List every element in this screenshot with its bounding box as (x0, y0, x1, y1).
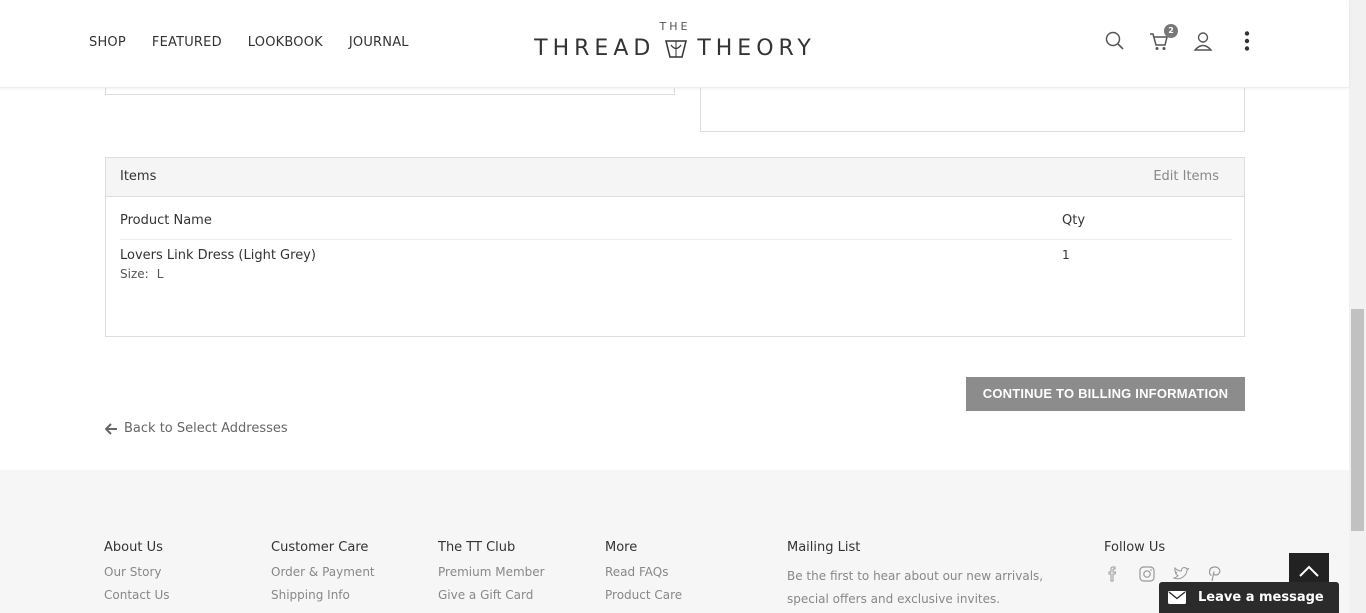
footer-follow-us: Follow Us (1104, 540, 1224, 583)
footer-link-gift-card[interactable]: Give a Gift Card (438, 588, 545, 602)
chevron-up-icon (1299, 565, 1319, 577)
footer-mailing-title: Mailing List (787, 540, 861, 555)
edit-items-link[interactable]: Edit Items (1153, 169, 1219, 184)
logo-thread: THREAD (534, 35, 656, 61)
items-panel: Items Edit Items Product Name Qty Lovers… (105, 157, 1245, 337)
footer-more: More Read FAQs Product Care (605, 540, 682, 611)
footer-more-title: More (605, 540, 638, 555)
footer-tt-club: The TT Club Premium Member Give a Gift C… (438, 540, 545, 611)
cart-icon[interactable]: 2 (1148, 24, 1178, 52)
more-menu-icon[interactable] (1236, 30, 1258, 52)
footer-link-our-story[interactable]: Our Story (104, 565, 170, 579)
footer-customer-care: Customer Care Order & Payment Shipping I… (271, 540, 375, 611)
footer-link-premium-member[interactable]: Premium Member (438, 565, 545, 579)
twitter-icon[interactable] (1172, 565, 1190, 583)
product-name: Lovers Link Dress (Light Grey) (120, 248, 316, 263)
product-qty: 1 (1062, 248, 1070, 262)
continue-to-billing-button[interactable]: CONTINUE TO BILLING INFORMATION (966, 377, 1245, 411)
logo-the: THE (659, 20, 691, 33)
arrow-left-icon (105, 422, 117, 435)
footer-about-title: About Us (104, 540, 163, 555)
column-product-name: Product Name (120, 213, 212, 228)
footer-link-shipping-info[interactable]: Shipping Info (271, 588, 375, 602)
cart-count-badge: 2 (1164, 24, 1178, 38)
instagram-icon[interactable] (1138, 565, 1156, 583)
footer-link-contact-us[interactable]: Contact Us (104, 588, 170, 602)
nav-journal[interactable]: JOURNAL (349, 35, 409, 50)
table-row: Lovers Link Dress (Light Grey) Size: L 1 (120, 240, 1232, 290)
back-to-addresses-link[interactable]: Back to Select Addresses (105, 421, 288, 436)
social-icons (1104, 565, 1224, 583)
chat-label: Leave a message (1198, 590, 1324, 605)
footer-care-title: Customer Care (271, 540, 369, 555)
items-table: Product Name Qty Lovers Link Dress (Ligh… (120, 208, 1232, 290)
header-actions: 2 (1104, 24, 1280, 52)
footer-link-faqs[interactable]: Read FAQs (605, 565, 682, 579)
product-size: Size: L (120, 267, 163, 281)
nav-featured[interactable]: FEATURED (152, 35, 222, 50)
items-table-header: Product Name Qty (120, 208, 1232, 240)
site-header: SHOP FEATURED LOOKBOOK JOURNAL THE THREA… (0, 0, 1349, 88)
search-icon[interactable] (1104, 30, 1126, 52)
footer-about: About Us Our Story Contact Us (104, 540, 170, 611)
footer-follow-title: Follow Us (1104, 540, 1166, 555)
nav-lookbook[interactable]: LOOKBOOK (248, 35, 323, 50)
nav-shop[interactable]: SHOP (89, 35, 126, 50)
checkout-content: Items Edit Items Product Name Qty Lovers… (0, 78, 1349, 470)
footer-club-title: The TT Club (438, 540, 516, 555)
size-value: L (156, 267, 164, 281)
account-icon[interactable] (1192, 30, 1214, 52)
back-link-label: Back to Select Addresses (124, 421, 288, 436)
pinterest-icon[interactable] (1206, 565, 1224, 583)
site-footer: About Us Our Story Contact Us Customer C… (0, 470, 1349, 613)
size-label: Size: (120, 267, 149, 281)
footer-link-order-payment[interactable]: Order & Payment (271, 565, 375, 579)
leave-message-chat-button[interactable]: Leave a message (1159, 582, 1339, 613)
footer-mailing-list: Mailing List Be the first to hear about … (787, 540, 1077, 611)
facebook-icon[interactable] (1104, 565, 1122, 583)
items-panel-header: Items Edit Items (106, 158, 1244, 197)
mailing-list-description: Be the first to hear about our new arriv… (787, 569, 1044, 606)
footer-link-product-care[interactable]: Product Care (605, 588, 682, 602)
main-nav: SHOP FEATURED LOOKBOOK JOURNAL (89, 35, 435, 50)
items-title: Items (120, 169, 157, 184)
column-qty: Qty (1062, 213, 1086, 228)
envelope-icon (1168, 591, 1186, 604)
scrollbar-thumb[interactable] (1351, 309, 1364, 531)
logo-mark-icon (665, 40, 688, 58)
site-logo[interactable]: THE THREAD THEORY (520, 20, 830, 70)
logo-theory: THEORY (697, 35, 816, 61)
